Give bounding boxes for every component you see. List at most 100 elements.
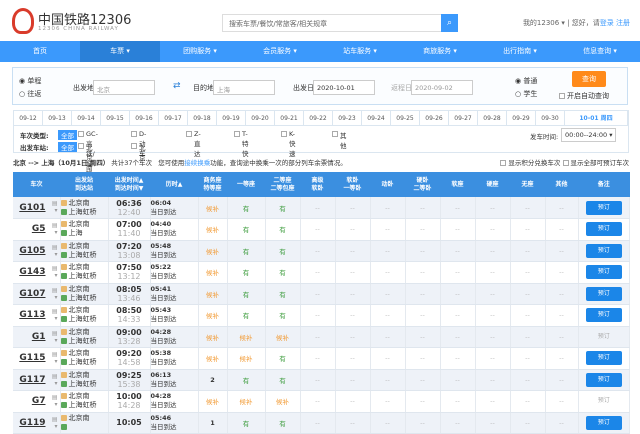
date-tab[interactable]: 09-13 [43, 111, 72, 125]
book-button[interactable]: 预订 [585, 200, 622, 215]
date-tab[interactable]: 09-23 [333, 111, 362, 125]
book-button[interactable]: 预订 [586, 330, 622, 344]
type-d[interactable]: D-动车 [131, 130, 146, 158]
auto-query-checkbox[interactable]: 开启自动查询 [559, 91, 609, 101]
date-tab[interactable]: 09-14 [72, 111, 101, 125]
seat-availability[interactable]: 候补 [198, 304, 228, 327]
train-number-link[interactable]: G113 ▤ ▾ [13, 304, 61, 327]
train-number-link[interactable]: G1 ▤ ▾ [13, 326, 61, 348]
nav-station[interactable]: 站车服务 ▾ [320, 41, 400, 62]
train-number-link[interactable]: G107 ▤ ▾ [13, 283, 61, 305]
railway-logo-icon[interactable] [12, 8, 34, 34]
station-beijingnan[interactable]: 北京南 [78, 142, 93, 172]
station-beijing[interactable]: 北京 [131, 142, 146, 162]
points-checkbox[interactable]: 显示积分兑换车次 [500, 159, 560, 167]
date-tab[interactable]: 09-27 [449, 111, 478, 125]
date-tab[interactable]: 09-30 [536, 111, 565, 125]
date-tab[interactable]: 09-24 [362, 111, 391, 125]
seat-availability[interactable]: 候补 [198, 218, 228, 241]
site-search-input[interactable]: 搜索车票/餐饮/常旅客/相关规章 [222, 14, 442, 32]
type-z[interactable]: Z-直达 [186, 130, 201, 158]
return-date-input[interactable]: 2020-09-02 [411, 80, 473, 95]
train-number-link[interactable]: G143 ▤ ▾ [13, 261, 61, 284]
train-detail-dropdown-icon[interactable]: ▤ ▾ [52, 200, 58, 214]
train-number-link[interactable]: G117 ▤ ▾ [13, 369, 61, 391]
student-radio[interactable]: ○ 学生 [515, 89, 537, 99]
seat-availability[interactable]: 候补 [198, 347, 228, 370]
book-button[interactable]: 预订 [585, 222, 622, 237]
from-input[interactable]: 北京 [93, 80, 155, 95]
search-button[interactable]: ⌕ [441, 14, 458, 32]
train-detail-dropdown-icon[interactable]: ▤ ▾ [52, 308, 58, 322]
station-all-button[interactable]: 全部 [58, 142, 77, 152]
date-tab[interactable]: 09-22 [304, 111, 333, 125]
type-gc[interactable]: GC-高铁/城际 [78, 130, 98, 178]
train-detail-dropdown-icon[interactable]: ▤ ▾ [52, 265, 58, 279]
date-tab[interactable]: 09-17 [159, 111, 188, 125]
normal-radio[interactable]: ◉ 普通 [515, 76, 537, 86]
nav-guide[interactable]: 出行指南 ▾ [480, 41, 560, 62]
train-number-link[interactable]: G115 ▤ ▾ [13, 347, 61, 370]
date-tab[interactable]: 09-19 [217, 111, 246, 125]
date-tab[interactable]: 09-26 [420, 111, 449, 125]
train-number-link[interactable]: G7 ▤ ▾ [13, 390, 61, 413]
time-select[interactable]: 00:00--24:00 ▾ [561, 128, 617, 142]
type-k[interactable]: K-快速 [281, 130, 296, 158]
swap-icon[interactable]: ⇄ [173, 81, 181, 91]
train-detail-dropdown-icon[interactable]: ▤ ▾ [52, 416, 58, 430]
transfer-link[interactable]: 接续换乘 [184, 159, 210, 167]
bookable-checkbox[interactable]: 显示全部可预订车次 [562, 159, 629, 167]
seat-availability[interactable]: 候补 [227, 326, 266, 348]
seat-availability[interactable]: 候补 [198, 390, 228, 413]
oneway-radio[interactable]: ◉ 单程 [19, 76, 41, 86]
date-tab[interactable]: 09-18 [188, 111, 217, 125]
date-tab[interactable]: 09-12 [14, 111, 43, 125]
seat-availability[interactable]: 候补 [227, 390, 266, 413]
seat-availability[interactable]: 候补 [198, 197, 228, 219]
seat-availability[interactable]: 候补 [198, 240, 228, 262]
train-detail-dropdown-icon[interactable]: ▤ ▾ [52, 287, 58, 301]
roundtrip-radio[interactable]: ○ 往返 [19, 89, 41, 99]
train-number-link[interactable]: G105 ▤ ▾ [13, 240, 61, 262]
train-detail-dropdown-icon[interactable]: ▤ ▾ [52, 244, 58, 258]
type-t[interactable]: T-特快 [234, 130, 249, 158]
book-button[interactable]: 预订 [585, 286, 622, 301]
train-detail-dropdown-icon[interactable]: ▤ ▾ [52, 330, 58, 344]
book-button[interactable]: 预订 [586, 394, 622, 408]
nav-group[interactable]: 团购服务 ▾ [160, 41, 240, 62]
train-number-link[interactable]: G5 ▤ ▾ [13, 218, 61, 241]
my12306-link[interactable]: 我的12306 ▾ [523, 19, 565, 27]
date-tab[interactable]: 09-25 [391, 111, 420, 125]
date-tab[interactable]: 09-21 [275, 111, 304, 125]
date-tab[interactable]: 10-01 周四 [565, 111, 628, 125]
train-number-link[interactable]: G101 ▤ ▾ [13, 197, 61, 219]
seat-availability[interactable]: 候补 [198, 326, 228, 348]
nav-info[interactable]: 信息查询 ▾ [560, 41, 640, 62]
to-input[interactable]: 上海 [213, 80, 275, 95]
login-link[interactable]: 登录 [600, 19, 614, 27]
date-tab[interactable]: 09-20 [246, 111, 275, 125]
date-tab[interactable]: 09-15 [101, 111, 130, 125]
query-button[interactable]: 查询 [572, 71, 606, 87]
type-all-button[interactable]: 全部 [58, 130, 77, 140]
train-detail-dropdown-icon[interactable]: ▤ ▾ [52, 373, 58, 387]
seat-availability[interactable]: 候补 [265, 390, 301, 413]
nav-member[interactable]: 会员服务 ▾ [240, 41, 320, 62]
book-button[interactable]: 预订 [585, 265, 622, 280]
book-button[interactable]: 预订 [585, 415, 622, 430]
column-header[interactable]: 历时▲ [150, 172, 198, 197]
train-detail-dropdown-icon[interactable]: ▤ ▾ [52, 351, 58, 365]
book-button[interactable]: 预订 [585, 308, 622, 323]
train-detail-dropdown-icon[interactable]: ▤ ▾ [52, 222, 58, 236]
nav-business[interactable]: 商旅服务 ▾ [400, 41, 480, 62]
date-tab[interactable]: 09-28 [478, 111, 507, 125]
date-tab[interactable]: 09-29 [507, 111, 536, 125]
column-header[interactable]: 出发时间▲ 到达时间▼ [108, 172, 150, 197]
nav-tickets[interactable]: 车票 ▾ [80, 41, 160, 62]
train-number-link[interactable]: G119 ▤ ▾ [13, 412, 61, 434]
date-tab[interactable]: 09-16 [130, 111, 159, 125]
book-button[interactable]: 预订 [585, 372, 622, 387]
date-input[interactable]: 2020-10-01 [313, 80, 375, 95]
book-button[interactable]: 预订 [585, 243, 622, 258]
nav-home[interactable]: 首页 [0, 41, 80, 62]
